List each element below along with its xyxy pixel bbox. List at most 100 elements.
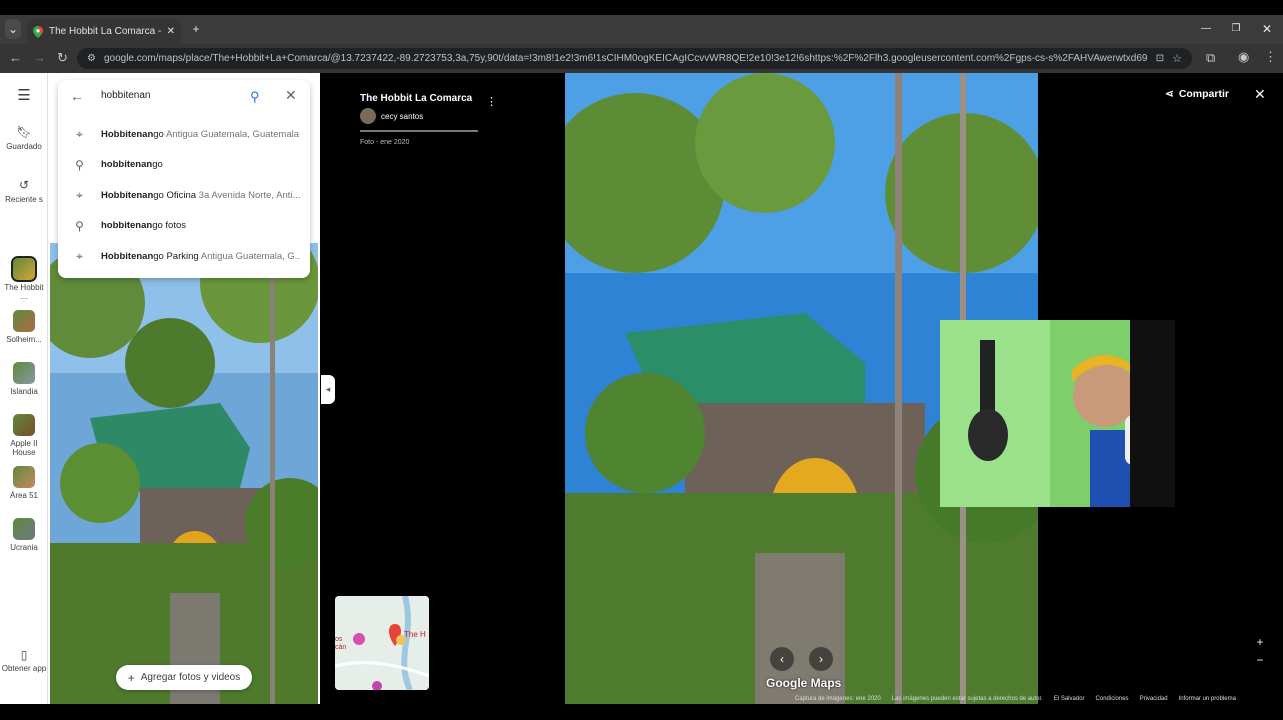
- search-card: ← hobbitenan ⚲ ✕ ⌖ Hobbitenango Antigua G…: [58, 80, 310, 278]
- share-button[interactable]: ⋖ Compartir: [1165, 88, 1229, 100]
- close-window-button[interactable]: ✕: [1260, 19, 1274, 39]
- suggestion-text: hobbitenango: [101, 159, 301, 170]
- photo-author[interactable]: cecy santos: [360, 108, 500, 124]
- suggestion-text: Hobbitenango Parking Antigua Guatemala, …: [101, 251, 301, 262]
- photo-date: Foto - ene 2020: [360, 139, 410, 146]
- suggestion-match: Hobbitenan: [101, 128, 154, 140]
- suggestion-address: 3a Avenida Norte, Anti...: [196, 189, 301, 201]
- close-viewer-icon[interactable]: ✕: [1254, 86, 1266, 103]
- browser-tab-strip: ⌄ + — ❐ ✕: [0, 15, 1283, 44]
- rail-item[interactable]: Solheim...: [0, 310, 48, 344]
- search-suggestion[interactable]: ⌖ Hobbitenango Oficina 3a Avenida Norte, …: [58, 180, 310, 210]
- zoom-out-button[interactable]: −: [1252, 651, 1268, 669]
- suggestion-completion: go Oficina: [153, 189, 197, 201]
- collapse-panel-button[interactable]: ◂: [321, 375, 335, 404]
- next-photo-button[interactable]: ›: [809, 647, 833, 671]
- google-maps-logo: Google Maps: [766, 676, 842, 690]
- saved-button[interactable]: 🔖︎ Guardado: [0, 125, 48, 151]
- rail-item-thumbnail: [13, 362, 35, 384]
- rail-item[interactable]: The Hobbit ...: [0, 256, 48, 301]
- back-arrow-icon[interactable]: ←: [70, 88, 84, 104]
- suggestion-match: hobbitenan: [101, 159, 153, 171]
- rail-item-label: Apple II House: [10, 439, 38, 457]
- search-suggestion[interactable]: ⚲ hobbitenango: [58, 150, 310, 180]
- author-avatar: [360, 108, 376, 124]
- get-app-button[interactable]: ▯ Obtener app: [0, 648, 48, 673]
- share-label: Compartir: [1178, 88, 1229, 100]
- rail-item-label: Área 51: [9, 491, 39, 500]
- suggestion-match: hobbitenan: [101, 220, 153, 232]
- rail-item[interactable]: Ucrania: [0, 518, 48, 552]
- mini-map[interactable]: The H os cán: [335, 596, 429, 690]
- rail-item-thumbnail: [13, 466, 35, 488]
- tab-close-icon[interactable]: ✕: [167, 26, 175, 37]
- webcam-overlay: [940, 320, 1175, 507]
- get-app-label: Obtener app: [1, 664, 47, 673]
- install-icon[interactable]: ⊡: [1156, 53, 1164, 64]
- history-icon: ↺: [18, 178, 30, 192]
- maximize-button[interactable]: ❐: [1229, 19, 1243, 39]
- reload-icon[interactable]: ↻: [57, 50, 68, 66]
- phone-icon: ▯: [20, 648, 28, 662]
- more-icon[interactable]: ⋮: [1264, 49, 1277, 65]
- forward-icon[interactable]: →: [33, 50, 46, 65]
- photo-progress-bar: [360, 130, 478, 132]
- search-icon: ⚲: [75, 218, 84, 233]
- add-photos-button[interactable]: + Agregar fotos y videos: [116, 665, 252, 690]
- tab-search-button[interactable]: ⌄: [5, 19, 21, 39]
- rail-item-thumbnail: [13, 414, 35, 436]
- rail-item-label: Islandia: [10, 387, 38, 396]
- suggestion-match: Hobbitenan: [101, 189, 154, 201]
- active-tab[interactable]: The Hobbit La Comarca - Goog ✕: [27, 19, 181, 44]
- photo-info: The Hobbit La Comarca cecy santos Foto -…: [360, 93, 500, 146]
- bookmark-star-icon[interactable]: ☆: [1172, 52, 1182, 65]
- tab-title: The Hobbit La Comarca - Goog: [49, 26, 161, 37]
- rail-item-label: Ucrania: [10, 543, 38, 552]
- extensions-icon[interactable]: ⧉: [1206, 50, 1215, 66]
- zoom-control: + −: [1252, 633, 1268, 669]
- zoom-in-button[interactable]: +: [1252, 633, 1268, 651]
- add-photos-label: Agregar fotos y videos: [140, 672, 241, 683]
- search-input[interactable]: hobbitenan: [101, 90, 151, 101]
- place-hero-photo[interactable]: [50, 243, 318, 704]
- minimize-button[interactable]: —: [1199, 19, 1213, 39]
- recent-button[interactable]: ↺ Reciente s: [0, 178, 48, 204]
- search-suggestion[interactable]: ⌖ Hobbitenango Parking Antigua Guatemala,…: [58, 241, 310, 271]
- share-icon: ⋖: [1165, 88, 1174, 100]
- suggestion-completion: go Parking: [153, 250, 199, 262]
- rail-item[interactable]: Área 51: [0, 466, 48, 500]
- address-bar[interactable]: ⚙ google.com/maps/place/The+Hobbit+La+Co…: [77, 48, 1192, 69]
- screen-bottom-border: [0, 704, 1283, 720]
- profile-icon[interactable]: ◉: [1238, 49, 1249, 65]
- rail-item[interactable]: Islandia: [0, 362, 48, 396]
- suggestion-completion: go: [152, 159, 163, 171]
- screen-top-border: [0, 0, 1283, 15]
- search-icon[interactable]: ⚲: [250, 89, 260, 105]
- rail-item[interactable]: Apple II House: [0, 414, 48, 457]
- previous-photo-button[interactable]: ‹: [770, 647, 794, 671]
- bookmark-icon: 🔖︎: [16, 125, 32, 139]
- rail-item-label: Solheim...: [6, 335, 42, 344]
- back-icon[interactable]: ←: [9, 50, 22, 65]
- clear-search-icon[interactable]: ✕: [285, 87, 297, 104]
- suggestion-completion: go fotos: [152, 220, 187, 232]
- hamburger-menu-icon[interactable]: ☰: [0, 88, 48, 103]
- maps-pin-icon: [33, 25, 43, 38]
- rail-item-thumbnail: [13, 310, 35, 332]
- new-tab-button[interactable]: +: [189, 19, 203, 39]
- saved-label: Guardado: [6, 142, 42, 151]
- suggestion-text: Hobbitenango Antigua Guatemala, Guatemal…: [101, 129, 301, 140]
- recent-label: Reciente s: [5, 195, 43, 204]
- maps-side-rail: ☰ 🔖︎ Guardado ↺ Reciente s The Hobbit ..…: [0, 73, 48, 704]
- minimap-side-label: os cán: [335, 636, 347, 651]
- suggestion-address: Antigua Guatemala, G...: [198, 250, 301, 262]
- search-suggestion[interactable]: ⚲ hobbitenango fotos: [58, 211, 310, 241]
- search-suggestion[interactable]: ⌖ Hobbitenango Antigua Guatemala, Guatema…: [58, 119, 310, 149]
- pin-icon: ⌖: [76, 187, 83, 202]
- place-title[interactable]: The Hobbit La Comarca: [360, 93, 500, 104]
- rail-item-thumbnail: [13, 518, 35, 540]
- suggestion-address: Antigua Guatemala, Guatemala: [163, 128, 300, 140]
- pin-icon: ⌖: [76, 248, 83, 263]
- more-options-icon[interactable]: ⋮: [486, 95, 497, 108]
- site-info-icon[interactable]: ⚙: [87, 53, 96, 64]
